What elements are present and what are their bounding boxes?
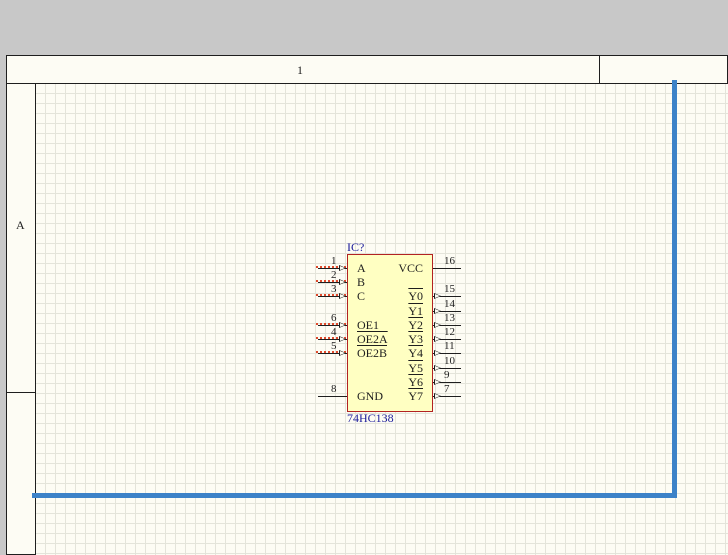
left-pin-3-name: C <box>357 289 366 303</box>
right-pin-13-name: Y2 <box>408 318 423 332</box>
right-pin-10-name: Y5 <box>408 361 423 375</box>
right-pin-14-name: Y1 <box>408 304 423 318</box>
right-pin-7-name: Y7 <box>408 389 423 403</box>
right-pin-12-output-arrow-icon <box>434 336 441 342</box>
left-pin-6-number: 6 <box>331 312 337 324</box>
right-pin-10-number: 10 <box>444 355 455 367</box>
right-pin-16-line[interactable] <box>433 268 461 269</box>
right-pin-14-number: 14 <box>444 298 455 310</box>
wire-horizontal[interactable] <box>32 493 677 498</box>
right-pin-15-number: 15 <box>444 283 455 295</box>
left-pin-2-number: 2 <box>331 269 337 281</box>
left-pin-6-name: OE1 <box>357 318 379 332</box>
right-pin-7-number: 7 <box>444 383 450 395</box>
component-comment[interactable]: 74HC138 <box>347 411 394 426</box>
left-pin-6-input-arrow-icon <box>339 322 346 328</box>
left-pin-2-name: B <box>357 275 366 289</box>
left-pin-3-number: 3 <box>331 283 337 295</box>
left-pin-2-input-arrow-icon <box>339 279 346 285</box>
left-pin-3-input-arrow-icon <box>339 293 346 299</box>
left-pin-5-input-arrow-icon <box>339 350 346 356</box>
left-pin-4-name: OE2A <box>357 332 388 346</box>
left-pin-1-name: A <box>357 261 366 275</box>
column-divider <box>599 55 600 83</box>
left-pin-8-number: 8 <box>331 383 337 395</box>
right-pin-11-name: Y4 <box>408 346 423 360</box>
right-pin-12-number: 12 <box>444 326 455 338</box>
left-pin-5-number: 5 <box>331 340 337 352</box>
wire-vertical[interactable] <box>672 80 677 498</box>
left-pin-5-name: OE2B <box>357 346 387 360</box>
left-pin-1-input-arrow-icon <box>339 265 346 271</box>
row-divider <box>6 392 35 393</box>
right-pin-16-name: VCC <box>398 261 423 275</box>
right-pin-14-output-arrow-icon <box>434 308 441 314</box>
left-pin-4-number: 4 <box>331 326 337 338</box>
right-pin-9-name: Y6 <box>408 375 423 389</box>
right-pin-10-output-arrow-icon <box>434 365 441 371</box>
left-pin-8-line[interactable] <box>318 396 347 397</box>
right-pin-12-name: Y3 <box>408 332 423 346</box>
right-pin-9-output-arrow-icon <box>434 379 441 385</box>
left-pin-1-number: 1 <box>331 255 337 267</box>
right-pin-9-number: 9 <box>444 369 450 381</box>
right-pin-15-output-arrow-icon <box>434 293 441 299</box>
column-label: 1 <box>297 63 303 77</box>
left-pin-8-name: GND <box>357 389 383 403</box>
right-pin-7-output-arrow-icon <box>434 393 441 399</box>
right-pin-16-number: 16 <box>444 255 455 267</box>
right-pin-13-number: 13 <box>444 312 455 324</box>
right-pin-15-name: Y0 <box>408 289 423 303</box>
right-pin-11-output-arrow-icon <box>434 350 441 356</box>
component-designator[interactable]: IC? <box>347 240 364 255</box>
right-pin-11-number: 11 <box>444 340 455 352</box>
left-pin-4-input-arrow-icon <box>339 336 346 342</box>
row-label: A <box>16 218 25 232</box>
right-pin-13-output-arrow-icon <box>434 322 441 328</box>
